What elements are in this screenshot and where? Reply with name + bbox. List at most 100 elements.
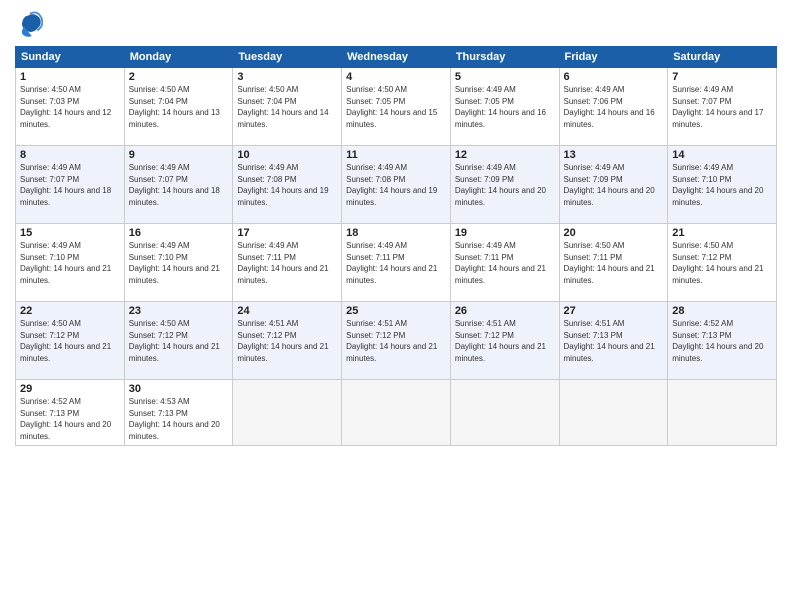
day-info: Sunrise: 4:50 AMSunset: 7:04 PMDaylight:…: [237, 85, 328, 129]
day-info: Sunrise: 4:50 AMSunset: 7:12 PMDaylight:…: [129, 319, 220, 363]
day-number: 15: [20, 227, 120, 239]
day-info: Sunrise: 4:49 AMSunset: 7:09 PMDaylight:…: [455, 163, 546, 207]
day-info: Sunrise: 4:49 AMSunset: 7:10 PMDaylight:…: [672, 163, 763, 207]
day-cell: 24 Sunrise: 4:51 AMSunset: 7:12 PMDaylig…: [233, 302, 342, 380]
day-number: 21: [672, 227, 772, 239]
day-info: Sunrise: 4:50 AMSunset: 7:04 PMDaylight:…: [129, 85, 220, 129]
day-number: 13: [564, 149, 664, 161]
week-row-5: 29 Sunrise: 4:52 AMSunset: 7:13 PMDaylig…: [16, 380, 777, 446]
day-number: 17: [237, 227, 337, 239]
day-cell: 15 Sunrise: 4:49 AMSunset: 7:10 PMDaylig…: [16, 224, 125, 302]
calendar-body: 1 Sunrise: 4:50 AMSunset: 7:03 PMDayligh…: [16, 68, 777, 446]
logo-icon: [15, 10, 43, 38]
day-info: Sunrise: 4:49 AMSunset: 7:07 PMDaylight:…: [20, 163, 111, 207]
day-cell: 2 Sunrise: 4:50 AMSunset: 7:04 PMDayligh…: [124, 68, 233, 146]
day-info: Sunrise: 4:51 AMSunset: 7:12 PMDaylight:…: [346, 319, 437, 363]
header: [15, 10, 777, 38]
day-number: 19: [455, 227, 555, 239]
day-info: Sunrise: 4:49 AMSunset: 7:06 PMDaylight:…: [564, 85, 655, 129]
day-number: 7: [672, 71, 772, 83]
day-cell: 21 Sunrise: 4:50 AMSunset: 7:12 PMDaylig…: [668, 224, 777, 302]
day-info: Sunrise: 4:50 AMSunset: 7:03 PMDaylight:…: [20, 85, 111, 129]
page: SundayMondayTuesdayWednesdayThursdayFrid…: [0, 0, 792, 612]
day-number: 8: [20, 149, 120, 161]
header-sunday: Sunday: [16, 47, 125, 68]
day-number: 30: [129, 383, 229, 395]
day-cell: 16 Sunrise: 4:49 AMSunset: 7:10 PMDaylig…: [124, 224, 233, 302]
day-number: 3: [237, 71, 337, 83]
day-info: Sunrise: 4:49 AMSunset: 7:08 PMDaylight:…: [237, 163, 328, 207]
day-cell: [559, 380, 668, 446]
day-info: Sunrise: 4:49 AMSunset: 7:07 PMDaylight:…: [672, 85, 763, 129]
day-cell: [668, 380, 777, 446]
day-info: Sunrise: 4:50 AMSunset: 7:12 PMDaylight:…: [672, 241, 763, 285]
day-cell: 3 Sunrise: 4:50 AMSunset: 7:04 PMDayligh…: [233, 68, 342, 146]
day-number: 22: [20, 305, 120, 317]
day-number: 26: [455, 305, 555, 317]
day-number: 20: [564, 227, 664, 239]
day-cell: 4 Sunrise: 4:50 AMSunset: 7:05 PMDayligh…: [342, 68, 451, 146]
calendar-table: SundayMondayTuesdayWednesdayThursdayFrid…: [15, 46, 777, 446]
day-number: 16: [129, 227, 229, 239]
day-cell: 25 Sunrise: 4:51 AMSunset: 7:12 PMDaylig…: [342, 302, 451, 380]
day-cell: 11 Sunrise: 4:49 AMSunset: 7:08 PMDaylig…: [342, 146, 451, 224]
day-info: Sunrise: 4:53 AMSunset: 7:13 PMDaylight:…: [129, 397, 220, 441]
header-tuesday: Tuesday: [233, 47, 342, 68]
header-thursday: Thursday: [450, 47, 559, 68]
day-number: 9: [129, 149, 229, 161]
day-info: Sunrise: 4:51 AMSunset: 7:12 PMDaylight:…: [455, 319, 546, 363]
header-saturday: Saturday: [668, 47, 777, 68]
day-info: Sunrise: 4:51 AMSunset: 7:13 PMDaylight:…: [564, 319, 655, 363]
day-number: 24: [237, 305, 337, 317]
day-info: Sunrise: 4:50 AMSunset: 7:12 PMDaylight:…: [20, 319, 111, 363]
day-number: 11: [346, 149, 446, 161]
day-cell: 9 Sunrise: 4:49 AMSunset: 7:07 PMDayligh…: [124, 146, 233, 224]
day-number: 6: [564, 71, 664, 83]
day-cell: [450, 380, 559, 446]
day-number: 4: [346, 71, 446, 83]
day-info: Sunrise: 4:49 AMSunset: 7:10 PMDaylight:…: [129, 241, 220, 285]
day-number: 10: [237, 149, 337, 161]
day-cell: 1 Sunrise: 4:50 AMSunset: 7:03 PMDayligh…: [16, 68, 125, 146]
day-info: Sunrise: 4:49 AMSunset: 7:05 PMDaylight:…: [455, 85, 546, 129]
day-number: 28: [672, 305, 772, 317]
day-cell: 27 Sunrise: 4:51 AMSunset: 7:13 PMDaylig…: [559, 302, 668, 380]
day-info: Sunrise: 4:49 AMSunset: 7:11 PMDaylight:…: [237, 241, 328, 285]
calendar-header: SundayMondayTuesdayWednesdayThursdayFrid…: [16, 47, 777, 68]
day-number: 1: [20, 71, 120, 83]
day-info: Sunrise: 4:50 AMSunset: 7:05 PMDaylight:…: [346, 85, 437, 129]
week-row-3: 15 Sunrise: 4:49 AMSunset: 7:10 PMDaylig…: [16, 224, 777, 302]
week-row-1: 1 Sunrise: 4:50 AMSunset: 7:03 PMDayligh…: [16, 68, 777, 146]
day-cell: [233, 380, 342, 446]
day-number: 14: [672, 149, 772, 161]
day-cell: 13 Sunrise: 4:49 AMSunset: 7:09 PMDaylig…: [559, 146, 668, 224]
day-cell: 8 Sunrise: 4:49 AMSunset: 7:07 PMDayligh…: [16, 146, 125, 224]
day-number: 23: [129, 305, 229, 317]
day-number: 12: [455, 149, 555, 161]
day-cell: 22 Sunrise: 4:50 AMSunset: 7:12 PMDaylig…: [16, 302, 125, 380]
header-friday: Friday: [559, 47, 668, 68]
day-cell: 23 Sunrise: 4:50 AMSunset: 7:12 PMDaylig…: [124, 302, 233, 380]
day-number: 29: [20, 383, 120, 395]
day-cell: 20 Sunrise: 4:50 AMSunset: 7:11 PMDaylig…: [559, 224, 668, 302]
header-row: SundayMondayTuesdayWednesdayThursdayFrid…: [16, 47, 777, 68]
day-cell: 18 Sunrise: 4:49 AMSunset: 7:11 PMDaylig…: [342, 224, 451, 302]
day-cell: 6 Sunrise: 4:49 AMSunset: 7:06 PMDayligh…: [559, 68, 668, 146]
day-cell: 10 Sunrise: 4:49 AMSunset: 7:08 PMDaylig…: [233, 146, 342, 224]
day-cell: 30 Sunrise: 4:53 AMSunset: 7:13 PMDaylig…: [124, 380, 233, 446]
day-info: Sunrise: 4:49 AMSunset: 7:09 PMDaylight:…: [564, 163, 655, 207]
day-info: Sunrise: 4:49 AMSunset: 7:11 PMDaylight:…: [346, 241, 437, 285]
day-cell: 28 Sunrise: 4:52 AMSunset: 7:13 PMDaylig…: [668, 302, 777, 380]
day-cell: 19 Sunrise: 4:49 AMSunset: 7:11 PMDaylig…: [450, 224, 559, 302]
logo: [15, 10, 47, 38]
day-cell: 7 Sunrise: 4:49 AMSunset: 7:07 PMDayligh…: [668, 68, 777, 146]
day-info: Sunrise: 4:52 AMSunset: 7:13 PMDaylight:…: [20, 397, 111, 441]
header-wednesday: Wednesday: [342, 47, 451, 68]
header-monday: Monday: [124, 47, 233, 68]
day-number: 5: [455, 71, 555, 83]
day-info: Sunrise: 4:49 AMSunset: 7:11 PMDaylight:…: [455, 241, 546, 285]
day-info: Sunrise: 4:49 AMSunset: 7:10 PMDaylight:…: [20, 241, 111, 285]
day-info: Sunrise: 4:49 AMSunset: 7:08 PMDaylight:…: [346, 163, 437, 207]
week-row-2: 8 Sunrise: 4:49 AMSunset: 7:07 PMDayligh…: [16, 146, 777, 224]
day-cell: 17 Sunrise: 4:49 AMSunset: 7:11 PMDaylig…: [233, 224, 342, 302]
